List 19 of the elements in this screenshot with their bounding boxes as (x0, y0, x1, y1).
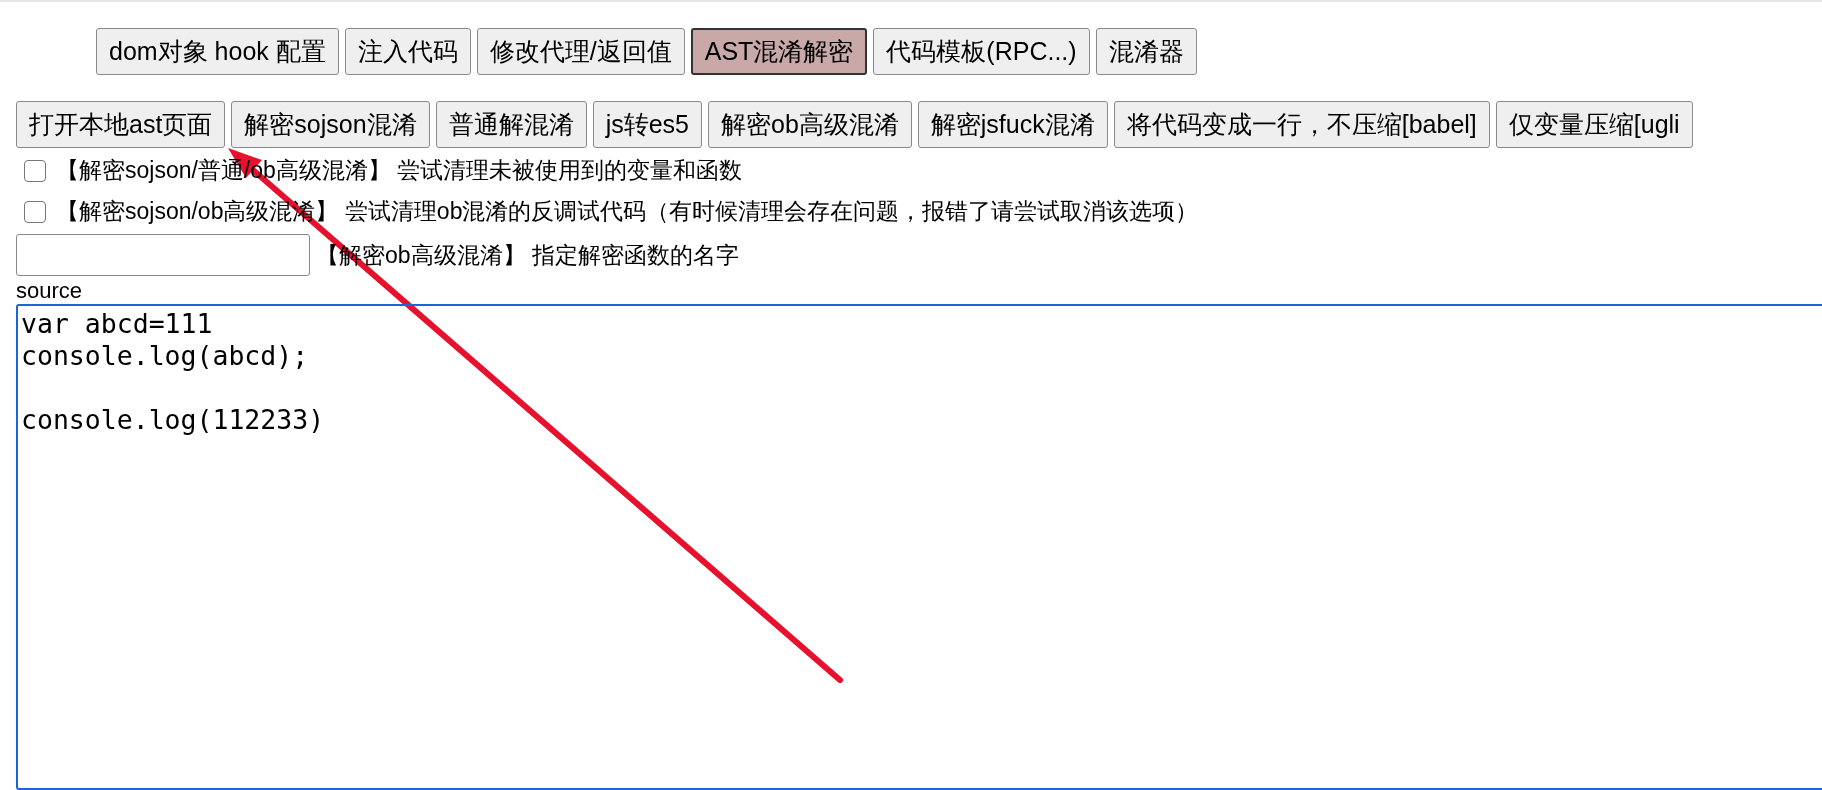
action-button[interactable]: 解密ob高级混淆 (708, 101, 912, 148)
tab-button[interactable]: dom对象 hook 配置 (96, 28, 339, 75)
function-name-field[interactable] (16, 234, 310, 276)
checkbox[interactable] (24, 200, 46, 223)
tab-button[interactable]: 代码模板(RPC...) (873, 28, 1090, 75)
action-button[interactable]: 打开本地ast页面 (16, 101, 226, 148)
source-label: source (15, 277, 84, 304)
action-button[interactable]: js转es5 (592, 101, 702, 148)
tab-button[interactable]: 混淆器 (1095, 28, 1197, 75)
action-button[interactable]: 解密sojson混淆 (231, 101, 430, 148)
action-button[interactable]: 解密jsfuck混淆 (917, 101, 1108, 148)
action-button[interactable]: 仅变量压缩[ugli (1495, 101, 1693, 148)
checkbox[interactable] (24, 159, 46, 182)
tab-button[interactable]: AST混淆解密 (690, 28, 868, 75)
tab-button[interactable]: 注入代码 (344, 28, 471, 75)
source-code-field[interactable]: var abcd=111 console.log(abcd); console.log(112233) (16, 304, 1822, 790)
action-button[interactable]: 普通解混淆 (435, 101, 587, 148)
action-button[interactable]: 将代码变成一行，不压缩[babel] (1113, 101, 1490, 148)
tab-button[interactable]: 修改代理/返回值 (476, 28, 685, 75)
